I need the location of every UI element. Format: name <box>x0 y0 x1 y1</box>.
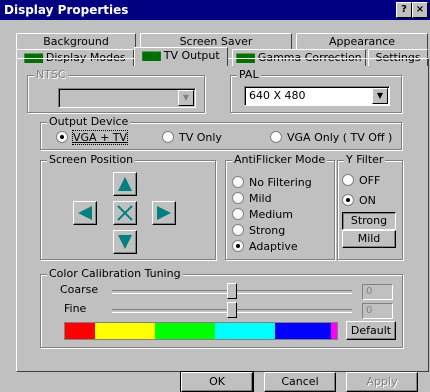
move-left-button[interactable] <box>73 201 97 225</box>
nvidia-icon: ███ <box>142 52 161 61</box>
radio-label: No Filtering <box>249 176 312 189</box>
pal-label: PAL <box>237 68 261 81</box>
ntsc-select: ▼ <box>58 88 196 108</box>
arrow-up-icon <box>118 177 132 191</box>
cancel-button[interactable]: Cancel <box>264 372 336 392</box>
tab-label: TV Output <box>163 49 220 62</box>
move-down-button[interactable] <box>113 230 137 254</box>
fine-slider-thumb[interactable] <box>227 302 237 318</box>
radio-dot <box>232 208 244 220</box>
apply-button[interactable]: Apply <box>346 372 418 392</box>
radio-label: OFF <box>359 174 381 187</box>
color-swatch <box>155 323 215 339</box>
close-button[interactable]: × <box>412 2 428 18</box>
radio-medium[interactable]: Medium <box>232 208 293 221</box>
color-swatch <box>95 323 155 339</box>
color-bar <box>64 322 338 340</box>
title-bar: Display Properties ? × <box>0 0 430 20</box>
radio-label: Medium <box>249 208 293 221</box>
radio-adaptive[interactable]: Adaptive <box>232 240 298 253</box>
strong-button[interactable]: Strong <box>342 212 396 230</box>
move-right-button[interactable] <box>152 201 176 225</box>
coarse-slider-thumb[interactable] <box>227 283 237 299</box>
ok-button[interactable]: OK <box>180 371 254 392</box>
radio-dot <box>232 176 244 188</box>
radio-y-filter-off[interactable]: OFF <box>342 174 380 187</box>
coarse-label: Coarse <box>60 283 99 296</box>
center-position-button[interactable] <box>113 201 137 225</box>
radio-label: Adaptive <box>249 240 298 253</box>
pal-value: 640 X 480 <box>249 89 306 102</box>
radio-label: VGA Only ( TV Off ) <box>287 131 393 144</box>
tab-background[interactable]: Background <box>16 33 136 50</box>
radio-label: Strong <box>249 224 286 237</box>
output-device-label: Output Device <box>47 115 131 128</box>
color-swatch <box>331 323 337 339</box>
chevron-down-icon: ▼ <box>178 90 194 106</box>
radio-strong[interactable]: Strong <box>232 224 285 237</box>
arrow-down-icon <box>118 235 132 249</box>
radio-vga-only[interactable]: VGA Only ( TV Off ) <box>270 131 392 144</box>
window-title: Display Properties <box>4 3 129 17</box>
radio-no-filtering[interactable]: No Filtering <box>232 176 312 189</box>
radio-dot <box>56 131 68 143</box>
color-calibration-label: Color Calibration Tuning <box>47 267 183 280</box>
radio-dot <box>232 192 244 204</box>
tab-tv-output[interactable]: ███ TV Output <box>134 47 228 66</box>
radio-dot <box>270 131 282 143</box>
mild-button[interactable]: Mild <box>342 230 396 248</box>
fine-label: Fine <box>64 302 87 315</box>
radio-label: ON <box>359 194 376 207</box>
y-filter-label: Y Filter <box>344 153 386 166</box>
arrow-right-icon <box>157 206 171 220</box>
radio-dot <box>232 224 244 236</box>
arrow-left-icon <box>78 206 92 220</box>
coarse-value: 0 <box>362 284 393 300</box>
fine-value: 0 <box>362 303 393 319</box>
default-button[interactable]: Default <box>346 321 396 340</box>
color-swatch <box>215 323 275 339</box>
radio-mild[interactable]: Mild <box>232 192 272 205</box>
radio-vga-tv[interactable]: VGA + TV <box>56 130 129 145</box>
radio-dot <box>162 131 174 143</box>
color-swatch <box>65 323 95 339</box>
radio-label: Mild <box>249 192 272 205</box>
screen-position-label: Screen Position <box>47 153 136 166</box>
color-swatch <box>275 323 331 339</box>
radio-y-filter-on[interactable]: ON <box>342 194 376 207</box>
antiflicker-label: AntiFlicker Mode <box>232 153 328 166</box>
move-up-button[interactable] <box>113 172 137 196</box>
radio-dot <box>342 194 354 206</box>
radio-label: TV Only <box>179 131 222 144</box>
radio-label: VGA + TV <box>71 130 129 145</box>
tab-appearance[interactable]: Appearance <box>296 33 428 50</box>
radio-dot <box>342 174 354 186</box>
center-x-icon <box>117 205 133 221</box>
radio-tv-only[interactable]: TV Only <box>162 131 222 144</box>
help-button[interactable]: ? <box>396 2 412 18</box>
ntsc-label: NTSC <box>34 68 68 81</box>
pal-resolution-select[interactable]: 640 X 480 ▼ <box>244 86 390 106</box>
radio-dot <box>232 240 244 252</box>
chevron-down-icon[interactable]: ▼ <box>372 88 388 104</box>
